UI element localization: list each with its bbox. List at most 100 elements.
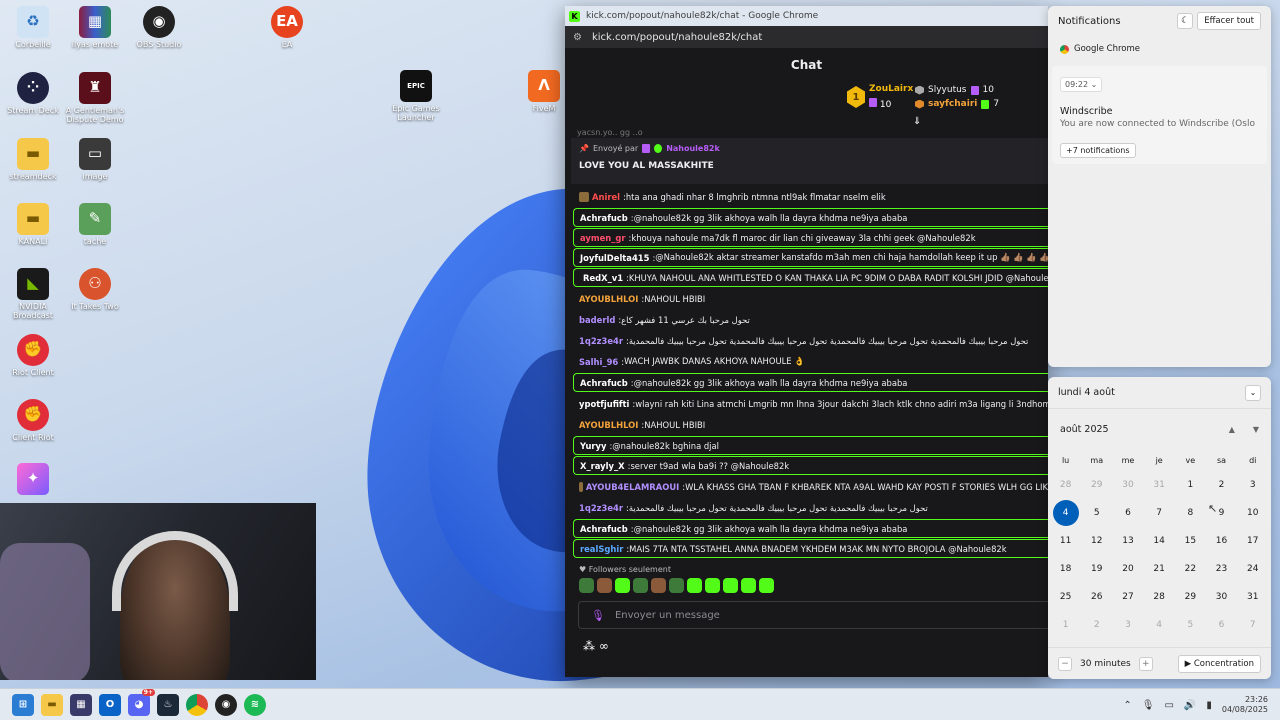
chevron-up-icon[interactable]: ⌃	[1123, 700, 1131, 711]
do-not-disturb-icon[interactable]: ☾	[1177, 13, 1194, 29]
calendar-day[interactable]: 26	[1081, 583, 1112, 611]
notification-time[interactable]: 09:22 ⌄	[1060, 77, 1103, 92]
calendar-day[interactable]: 6	[1112, 499, 1143, 527]
scroll-down-icon[interactable]: ⇓	[913, 116, 921, 127]
chat-message[interactable]: Salhi_96: WACH JAWBK DANAS AKHOYA NAHOUL…	[573, 351, 1048, 372]
microphone-icon[interactable]: 🎙	[591, 609, 605, 622]
desktop-icon-ea[interactable]: EA EA	[254, 6, 320, 49]
chat-message[interactable]: Anirel: hta ana ghadi nhar 8 lmghrib ntm…	[573, 186, 1048, 207]
chat-message[interactable]: 1q2z3e4r: تحول مرحبا بيبيك فالمحمدية تحو…	[573, 497, 1048, 518]
address-bar[interactable]: ⚙ kick.com/popout/nahoule82k/chat	[565, 26, 1048, 48]
obs-taskbar-icon[interactable]: ◉	[215, 693, 237, 716]
next-month-icon[interactable]: ▼	[1253, 425, 1259, 434]
chat-username[interactable]: Yuryy	[580, 441, 606, 451]
desktop-icon-partial[interactable]: ✦	[0, 463, 66, 497]
emote-icon[interactable]	[741, 578, 756, 593]
battery-icon[interactable]: ▮	[1206, 700, 1212, 711]
emote-icon[interactable]	[633, 578, 648, 593]
more-notifications-button[interactable]: +7 notifications	[1060, 143, 1136, 158]
leader-third[interactable]: sayfchairi 7	[915, 99, 999, 109]
chat-username[interactable]: Achrafucb	[580, 524, 628, 534]
chat-message[interactable]: RedX_v1: KHUYA NAHOUL ANA WHITLESTED O K…	[573, 268, 1048, 287]
chat-message[interactable]: aymen_gr: khouya nahoule ma7dk fl maroc …	[573, 228, 1048, 247]
chat-username[interactable]: baderld	[579, 315, 615, 325]
file-explorer-icon[interactable]: ▬	[41, 693, 63, 716]
calendar-day[interactable]: 14	[1144, 527, 1175, 555]
leader-first[interactable]: 1 ZouLairx 10	[847, 84, 913, 110]
chat-message[interactable]: Achrafucb: @nahoule82k gg 3lik akhoya wa…	[573, 373, 1048, 392]
desktop-icon-streamdeck-folder[interactable]: ▬ streamdeck	[0, 138, 66, 181]
plus-icon[interactable]: +	[1138, 656, 1153, 671]
outlook-icon[interactable]: O	[99, 693, 121, 716]
chat-username[interactable]: Achrafucb	[580, 378, 628, 388]
desktop-icon-ilyas-emote[interactable]: ▦ ilyas emote	[62, 6, 128, 49]
desktop-icon-riot-client[interactable]: ✊ Riot Client	[0, 334, 66, 377]
chat-username[interactable]: 1q2z3e4r	[579, 336, 623, 346]
calendar-day[interactable]: 28	[1050, 471, 1081, 499]
desktop-icon-obs[interactable]: ◉ OBS Studio	[126, 6, 192, 49]
emote-icon[interactable]	[615, 578, 630, 593]
chat-username[interactable]: Anirel	[592, 192, 620, 202]
chat-username[interactable]: aymen_gr	[580, 233, 626, 243]
infinity-icon[interactable]: ∞	[599, 639, 609, 653]
notification-card[interactable]: 09:22 ⌄ Windscribe You are now connected…	[1052, 66, 1267, 164]
emote-icon[interactable]	[597, 578, 612, 593]
chat-message[interactable]: Achrafucb: @nahoule82k gg 3lik akhoya wa…	[573, 208, 1048, 227]
calendar-day[interactable]: 6	[1206, 611, 1237, 639]
chat-message[interactable]: AYOUB4ELAMRAOUI: WLA KHASS GHA TBAN F KH…	[573, 476, 1048, 497]
network-icon[interactable]: ▭	[1164, 700, 1173, 711]
calendar-day[interactable]: 12	[1081, 527, 1112, 555]
calendar-day[interactable]: 3	[1237, 471, 1268, 499]
calendar-day[interactable]: 22	[1175, 555, 1206, 583]
chat-username[interactable]: 1q2z3e4r	[579, 503, 623, 513]
pinned-message[interactable]: 📌 Envoyé par Nahoule82k LOVE YOU AL MASS…	[571, 138, 1048, 184]
clear-all-button[interactable]: Effacer tout	[1197, 12, 1261, 30]
chrome-taskbar-icon[interactable]	[186, 693, 208, 716]
desktop-icon-stream-deck[interactable]: ⁘ Stream Deck	[0, 72, 66, 115]
chat-message[interactable]: JoyfulDelta415: @Nahoule82k aktar stream…	[573, 248, 1048, 267]
focus-button[interactable]: ▶ Concentration	[1177, 654, 1261, 673]
emote-icon[interactable]	[651, 578, 666, 593]
site-settings-icon[interactable]: ⚙	[573, 32, 582, 43]
desktop-icon-epic-games[interactable]: EPIC Epic Games Launcher	[383, 70, 449, 122]
collapse-calendar-button[interactable]: ⌄	[1245, 384, 1261, 401]
emote-icon[interactable]	[759, 578, 774, 593]
chat-message[interactable]: AYOUBLHLOI: NAHOUL HBIBI	[573, 288, 1048, 309]
calendar-day[interactable]: 4	[1144, 611, 1175, 639]
desktop-icon-tache[interactable]: ✎ tache	[62, 203, 128, 246]
calendar-day[interactable]: 30	[1206, 583, 1237, 611]
chat-username[interactable]: Salhi_96	[579, 357, 618, 367]
calendar-day[interactable]: 20	[1112, 555, 1143, 583]
steam-icon[interactable]: ♨	[157, 693, 179, 716]
calendar-day[interactable]: 3	[1112, 611, 1143, 639]
calendar-day[interactable]: 8	[1175, 499, 1206, 527]
emote-icon[interactable]	[687, 578, 702, 593]
desktop-icon-kanali[interactable]: ▬ KANALI	[0, 203, 66, 246]
chat-username[interactable]: AYOUB4ELAMRAOUI	[586, 482, 679, 492]
chat-username[interactable]: AYOUBLHLOI	[579, 294, 638, 304]
microphone-tray-icon[interactable]: 🎙	[1142, 700, 1155, 711]
chat-message[interactable]: ypotfjufifti: wlayni rah kiti Lina atmch…	[573, 393, 1048, 414]
chat-message[interactable]: AYOUBLHLOI: NAHOUL HBIBI	[573, 414, 1048, 435]
chat-message[interactable]: X_rayly_X: server t9ad wla ba9i ?? @Naho…	[573, 456, 1048, 475]
emote-icon[interactable]	[723, 578, 738, 593]
previous-month-icon[interactable]: ▲	[1229, 425, 1235, 434]
clock[interactable]: 23:26 04/08/2025	[1222, 695, 1268, 716]
pinned-user[interactable]: Nahoule82k	[666, 144, 720, 153]
calendar-day[interactable]: 16	[1206, 527, 1237, 555]
chat-username[interactable]: RedX_v1	[583, 273, 623, 283]
calendar-day[interactable]: 21	[1144, 555, 1175, 583]
chat-message[interactable]: 1q2z3e4r: تحول مرحبا بيبيك فالمحمدية تحو…	[573, 330, 1048, 351]
chat-username[interactable]: AYOUBLHLOI	[579, 420, 638, 430]
chat-username[interactable]: Achrafucb	[580, 213, 628, 223]
calendar-day[interactable]: 11	[1050, 527, 1081, 555]
spotify-icon[interactable]: ≋	[244, 693, 266, 716]
desktop-icon-recycle-bin[interactable]: ♻ Corbeille	[0, 6, 66, 49]
discord-icon[interactable]: ◕ 9+	[128, 688, 155, 716]
leader-second[interactable]: Slyyutus 10	[915, 85, 999, 95]
calendar-day[interactable]: 1	[1050, 611, 1081, 639]
minus-icon[interactable]: −	[1058, 656, 1072, 671]
calendar-day[interactable]: 2	[1081, 611, 1112, 639]
calendar-day[interactable]: 10	[1237, 499, 1268, 527]
calendar-day[interactable]: 13	[1112, 527, 1143, 555]
